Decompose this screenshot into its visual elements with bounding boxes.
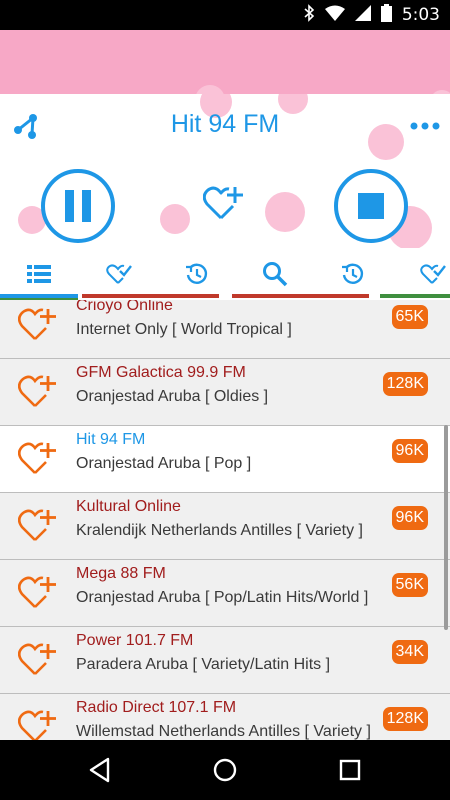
- home-icon[interactable]: [209, 754, 241, 786]
- station-location: Oranjestad Aruba [ Pop/Latin Hits/World …: [76, 589, 369, 606]
- bitrate-badge: 56K: [391, 573, 428, 597]
- scrollbar[interactable]: [444, 425, 448, 630]
- station-name: Crioyo Online: [76, 300, 173, 314]
- station-location: Paradera Aruba [ Variety/Latin Hits ]: [76, 656, 331, 673]
- favorite-add-icon[interactable]: [18, 507, 58, 543]
- list-item[interactable]: Kultural Online Kralendijk Netherlands A…: [0, 493, 450, 560]
- more-icon[interactable]: [410, 116, 440, 136]
- favorite-add-icon[interactable]: [202, 184, 245, 222]
- stop-icon: [358, 193, 384, 219]
- battery-icon: [380, 4, 392, 26]
- station-name: Mega 88 FM: [76, 565, 166, 582]
- station-title: Hit 94 FM: [170, 110, 280, 138]
- list-item[interactable]: Radio Direct 107.1 FM Willemstad Netherl…: [0, 694, 450, 740]
- pause-button[interactable]: [40, 168, 116, 244]
- tab-favorites[interactable]: [80, 248, 158, 300]
- bitrate-badge: 128K: [382, 372, 428, 396]
- tab-indicator-last: [380, 294, 450, 298]
- favorite-add-icon[interactable]: [18, 373, 58, 409]
- status-icons: 5:03: [303, 0, 440, 30]
- tab-indicator-favorites: [82, 294, 219, 298]
- list-item[interactable]: Power 101.7 FM Paradera Aruba [ Variety/…: [0, 627, 450, 694]
- tab-list[interactable]: [0, 248, 78, 300]
- tab-search[interactable]: [236, 248, 314, 300]
- station-name: GFM Galactica 99.9 FM: [76, 364, 246, 381]
- list-item-active[interactable]: Hit 94 FM Oranjestad Aruba [ Pop ] 96K: [0, 426, 450, 493]
- station-location: Willemstad Netherlands Antilles [ Variet…: [76, 723, 371, 740]
- system-nav-bar: [0, 740, 450, 800]
- player-panel: Hit 94 FM: [0, 94, 450, 248]
- recents-icon[interactable]: [334, 754, 366, 786]
- stop-button[interactable]: [333, 168, 409, 244]
- list-item[interactable]: Mega 88 FM Oranjestad Aruba [ Pop/Latin …: [0, 560, 450, 627]
- back-icon[interactable]: [84, 754, 116, 786]
- status-bar: 5:03: [0, 0, 450, 30]
- history-icon: [186, 263, 208, 284]
- station-name: Kultural Online: [76, 498, 181, 515]
- bitrate-badge: 34K: [391, 640, 428, 664]
- wifi-icon: [324, 5, 345, 25]
- station-name: Power 101.7 FM: [76, 632, 194, 649]
- bitrate-badge: 96K: [391, 506, 428, 530]
- status-time: 5:03: [401, 5, 440, 25]
- signal-icon: [354, 5, 371, 25]
- list-icon: [27, 265, 51, 283]
- heart-check-icon: [420, 264, 446, 284]
- list-item[interactable]: Crioyo Online Internet Only [ World Trop…: [0, 300, 450, 359]
- favorite-add-icon[interactable]: [18, 574, 58, 610]
- station-location: Oranjestad Aruba [ Pop ]: [76, 455, 252, 472]
- list-item[interactable]: GFM Galactica 99.9 FM Oranjestad Aruba […: [0, 359, 450, 426]
- favorite-add-icon[interactable]: [18, 641, 58, 677]
- tab-favorites-2[interactable]: [392, 248, 450, 300]
- tab-history[interactable]: [158, 248, 236, 300]
- station-location: Oranjestad Aruba [ Oldies ]: [76, 388, 269, 405]
- favorite-add-icon[interactable]: [18, 440, 58, 476]
- station-list: Crioyo Online Internet Only [ World Trop…: [0, 300, 450, 740]
- history-icon: [342, 263, 364, 284]
- top-banner: [0, 30, 450, 94]
- tab-recent[interactable]: [314, 248, 392, 300]
- bitrate-badge: 65K: [391, 305, 428, 329]
- favorite-add-icon[interactable]: [18, 306, 58, 342]
- station-location: Kralendijk Netherlands Antilles [ Variet…: [76, 522, 363, 539]
- bluetooth-icon: [303, 4, 315, 26]
- search-icon: [263, 262, 288, 287]
- station-name: Radio Direct 107.1 FM: [76, 699, 237, 716]
- tab-bar: [0, 248, 450, 300]
- tab-indicator-search: [232, 294, 369, 298]
- pause-icon: [65, 190, 74, 222]
- bitrate-badge: 128K: [382, 707, 428, 731]
- station-name: Hit 94 FM: [76, 431, 146, 448]
- station-location: Internet Only [ World Tropical ]: [76, 321, 292, 338]
- heart-check-icon: [106, 264, 132, 284]
- share-icon[interactable]: [12, 112, 40, 140]
- bitrate-badge: 96K: [391, 439, 428, 463]
- favorite-add-icon[interactable]: [18, 708, 58, 740]
